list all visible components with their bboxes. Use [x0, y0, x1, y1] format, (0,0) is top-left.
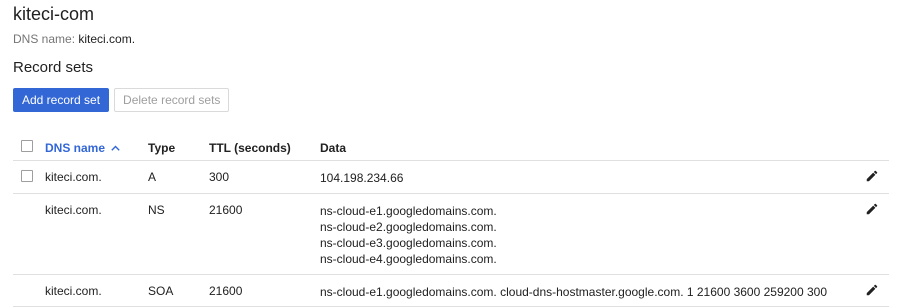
record-data: ns-cloud-e1.googledomains.com. ns-cloud-… — [320, 203, 497, 267]
record-data-line: 104.198.234.66 — [320, 171, 404, 185]
column-header-dns-name-label: DNS name — [45, 141, 106, 155]
record-ttl: 21600 — [209, 203, 243, 217]
record-sets-table: DNS name Type TTL (seconds) Data kiteci.… — [13, 134, 889, 307]
record-data: ns-cloud-e1.googledomains.com. cloud-dns… — [320, 284, 827, 300]
edit-icon[interactable] — [865, 169, 879, 183]
dns-name-line: DNS name: kiteci.com. — [13, 32, 135, 46]
table-row: kiteci.com. SOA 21600 ns-cloud-e1.google… — [13, 275, 889, 307]
column-header-type: Type — [148, 141, 176, 155]
record-data-line: ns-cloud-e1.googledomains.com. cloud-dns… — [320, 285, 827, 299]
record-type: NS — [148, 203, 165, 217]
record-ttl: 300 — [209, 170, 230, 184]
zone-title: kiteci-com — [13, 4, 95, 24]
record-data-line: ns-cloud-e2.googledomains.com. — [320, 220, 497, 234]
record-type: A — [148, 170, 157, 184]
column-header-ttl: TTL (seconds) — [209, 141, 291, 155]
record-dns-name: kiteci.com. — [45, 284, 102, 298]
record-data-line: ns-cloud-e3.googledomains.com. — [320, 236, 497, 250]
record-sets-toolbar: Add record set Delete record sets — [13, 88, 230, 112]
table-header-row: DNS name Type TTL (seconds) Data — [13, 134, 889, 161]
record-data-line: ns-cloud-e4.googledomains.com. — [320, 252, 497, 266]
table-row: kiteci.com. A 300 104.198.234.66 — [13, 161, 889, 194]
record-data: 104.198.234.66 — [320, 170, 403, 186]
record-data-line: ns-cloud-e1.googledomains.com. — [320, 204, 497, 218]
add-record-set-button[interactable]: Add record set — [13, 88, 110, 112]
edit-icon[interactable] — [865, 283, 879, 297]
select-all-checkbox[interactable] — [21, 140, 33, 152]
sort-ascending-icon — [111, 143, 120, 154]
record-dns-name: kiteci.com. — [45, 170, 102, 184]
row-checkbox[interactable] — [21, 170, 33, 182]
dns-name-label: DNS name: — [13, 32, 76, 46]
record-type: SOA — [148, 284, 174, 298]
delete-record-sets-button[interactable]: Delete record sets — [114, 88, 230, 112]
column-header-dns-name[interactable]: DNS name — [45, 141, 120, 155]
record-ttl: 21600 — [209, 284, 243, 298]
record-sets-title: Record sets — [13, 59, 94, 76]
column-header-data: Data — [320, 141, 347, 155]
edit-icon[interactable] — [865, 202, 879, 216]
table-row: kiteci.com. NS 21600 ns-cloud-e1.googled… — [13, 194, 889, 275]
record-dns-name: kiteci.com. — [45, 203, 102, 217]
dns-name-value: kiteci.com. — [78, 32, 136, 46]
